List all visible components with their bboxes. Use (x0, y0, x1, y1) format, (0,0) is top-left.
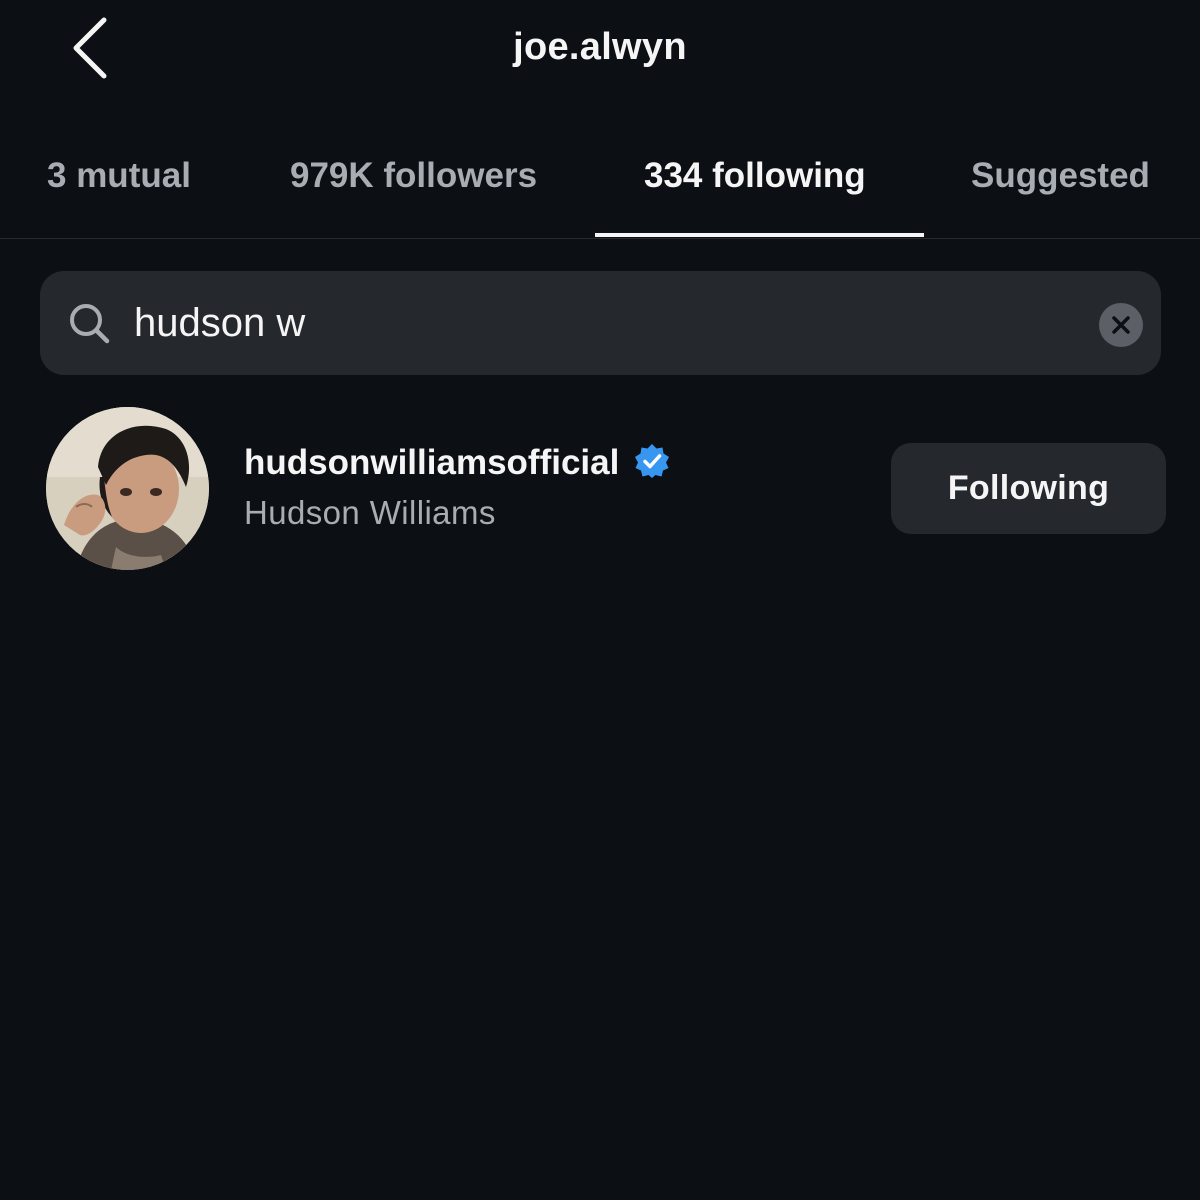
username-line: hudsonwilliamsofficial (244, 443, 670, 489)
active-tab-indicator (595, 233, 924, 237)
search-input[interactable] (134, 292, 1064, 354)
avatar[interactable] (46, 407, 209, 570)
full-name: Hudson Williams (244, 494, 496, 531)
tab-followers[interactable]: 979K followers (290, 130, 537, 238)
page-title: joe.alwyn (513, 26, 687, 68)
tab-mutual[interactable]: 3 mutual (47, 130, 191, 238)
verified-badge-icon (634, 444, 669, 478)
clear-icon (1112, 316, 1130, 334)
username[interactable]: hudsonwilliamsofficial (244, 443, 619, 482)
clear-search-button[interactable] (1099, 303, 1143, 347)
following-button[interactable]: Following (891, 443, 1166, 534)
search-icon (70, 304, 110, 344)
tab-bar: 3 mutual 979K followers 334 following Su… (0, 130, 1200, 239)
tab-suggested[interactable]: Suggested (971, 130, 1150, 238)
header: joe.alwyn (0, 0, 1200, 110)
tab-following[interactable]: 334 following (644, 130, 866, 238)
following-list-screen: joe.alwyn 3 mutual 979K followers 334 fo… (0, 0, 1200, 1200)
